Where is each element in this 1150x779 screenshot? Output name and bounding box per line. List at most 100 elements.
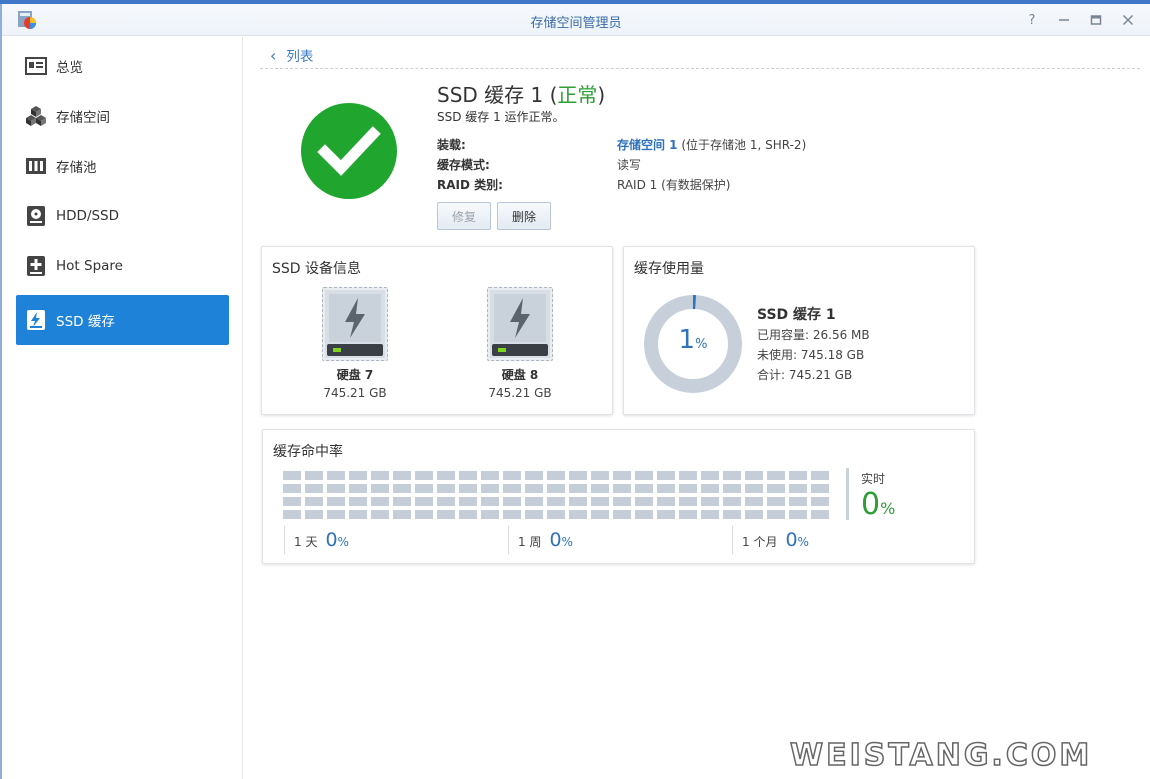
- hit-grid-cell: [745, 484, 763, 493]
- mount-detail: (位于存储池 1, SHR-2): [677, 138, 807, 152]
- mount-value: 存储空间 1 (位于存储池 1, SHR-2): [617, 136, 806, 153]
- minimize-button[interactable]: [1054, 10, 1074, 30]
- hit-grid-cell: [789, 471, 807, 480]
- repair-button[interactable]: 修复: [437, 202, 491, 230]
- hit-grid-cell: [371, 484, 389, 493]
- minimize-icon: [1059, 19, 1069, 21]
- hit-grid-cell: [745, 510, 763, 519]
- sidebar-item-label: 存储空间: [56, 110, 110, 126]
- realtime-value: 0%: [861, 488, 895, 526]
- disk-8-tile[interactable]: [487, 287, 553, 361]
- sidebar-item-hdd-ssd[interactable]: HDD/SSD: [16, 192, 229, 240]
- sidebar-item-hot-spare[interactable]: Hot Spare: [16, 242, 229, 290]
- storage-pool-icon: [24, 154, 48, 178]
- hit-grid-cell: [305, 497, 323, 506]
- hit-grid-cell: [723, 510, 741, 519]
- window-title: 存储空间管理员: [530, 16, 622, 31]
- hit-grid-cell: [745, 497, 763, 506]
- overview-icon: [24, 54, 48, 78]
- period-label: 1 周: [518, 535, 542, 549]
- hit-grid-cell: [613, 510, 631, 519]
- hit-grid-cell: [679, 510, 697, 519]
- help-icon: ?: [1028, 12, 1036, 28]
- raid-type-value: RAID 1 (有数据保护): [617, 178, 731, 192]
- hit-grid-cell: [415, 484, 433, 493]
- hit-grid-cell: [525, 497, 543, 506]
- disk-size: 745.21 GB: [323, 386, 387, 400]
- help-button[interactable]: ?: [1022, 10, 1042, 30]
- usage-percent-value: 1: [678, 325, 696, 355]
- hit-grid-cell: [481, 484, 499, 493]
- cache-hit-rate-card: 缓存命中率 实时 0% 1 天 0% 1 周 0% 1 个月 0%: [262, 429, 975, 564]
- hit-grid-cell: [459, 497, 477, 506]
- hit-grid-cell: [525, 471, 543, 480]
- hit-grid-cell: [547, 484, 565, 493]
- ssd-drive-icon: [325, 290, 385, 358]
- hit-grid-cell: [349, 497, 367, 506]
- hit-grid-cell: [393, 510, 411, 519]
- delete-button[interactable]: 删除: [497, 202, 551, 230]
- hit-grid-cell: [437, 497, 455, 506]
- hit-grid-cell: [679, 471, 697, 480]
- hit-grid-cell: [459, 484, 477, 493]
- hit-grid-cell: [767, 484, 785, 493]
- status-text: 正常: [557, 83, 598, 107]
- hit-grid-cell: [613, 471, 631, 480]
- volume-icon: [24, 104, 48, 128]
- sidebar-item-volume[interactable]: 存储空间: [16, 92, 229, 140]
- sidebar-item-label: 总览: [56, 60, 83, 76]
- hit-grid-cell: [349, 471, 367, 480]
- hit-grid-cell: [723, 471, 741, 480]
- period-unit: %: [337, 535, 349, 549]
- hit-grid-cell: [459, 471, 477, 480]
- sidebar-item-overview[interactable]: 总览: [16, 42, 229, 90]
- hit-grid-cell: [305, 471, 323, 480]
- close-button[interactable]: [1118, 10, 1138, 30]
- period-value: 0: [549, 529, 562, 551]
- hit-grid-cell: [613, 497, 631, 506]
- hit-grid-cell: [393, 484, 411, 493]
- period-month: 1 个月 0%: [742, 529, 809, 551]
- hit-grid-cell: [701, 510, 719, 519]
- title-suffix: ): [597, 83, 606, 107]
- ssd-drive-icon: [490, 290, 550, 358]
- hit-grid-cell: [393, 497, 411, 506]
- hit-grid-cell: [811, 484, 829, 493]
- period-label: 1 天: [294, 535, 318, 549]
- title-bar[interactable]: 存储空间管理员 ?: [2, 4, 1150, 36]
- hit-grid-cell: [789, 484, 807, 493]
- hit-grid-cell: [349, 510, 367, 519]
- hit-grid-cell: [591, 471, 609, 480]
- hit-grid-cell: [569, 484, 587, 493]
- disk-7-tile[interactable]: [322, 287, 388, 361]
- hit-grid-cell: [415, 510, 433, 519]
- card-title: 缓存命中率: [273, 444, 343, 460]
- hit-grid-cell: [327, 497, 345, 506]
- period-unit: %: [561, 535, 573, 549]
- close-icon: [1122, 14, 1134, 26]
- hit-grid-cell: [371, 510, 389, 519]
- sidebar-item-ssd-cache[interactable]: SSD 缓存: [16, 295, 229, 345]
- sidebar-item-storage-pool[interactable]: 存储池: [16, 142, 229, 190]
- hit-rate-grid: [283, 471, 829, 519]
- cache-mode-value: 读写: [617, 158, 642, 172]
- period-value: 0: [325, 529, 338, 551]
- volume-link[interactable]: 存储空间 1: [617, 138, 678, 152]
- card-title: 缓存使用量: [634, 261, 704, 277]
- maximize-icon: [1090, 15, 1102, 25]
- disk-name: 硬盘 8: [501, 368, 539, 382]
- maximize-button[interactable]: [1086, 10, 1106, 30]
- disk-name: 硬盘 7: [336, 368, 374, 382]
- period-unit: %: [797, 535, 809, 549]
- hit-grid-cell: [701, 484, 719, 493]
- hit-grid-cell: [811, 497, 829, 506]
- ssd-cache-icon: [24, 308, 48, 332]
- back-to-list-link[interactable]: ‹ 列表: [270, 45, 313, 66]
- realtime-unit: %: [880, 499, 896, 518]
- hit-grid-cell: [635, 510, 653, 519]
- sidebar-item-label: HDD/SSD: [56, 208, 120, 224]
- hit-grid-cell: [283, 471, 301, 480]
- hdd-icon: [24, 204, 48, 228]
- hit-grid-cell: [789, 497, 807, 506]
- sidebar-item-label: Hot Spare: [56, 258, 123, 274]
